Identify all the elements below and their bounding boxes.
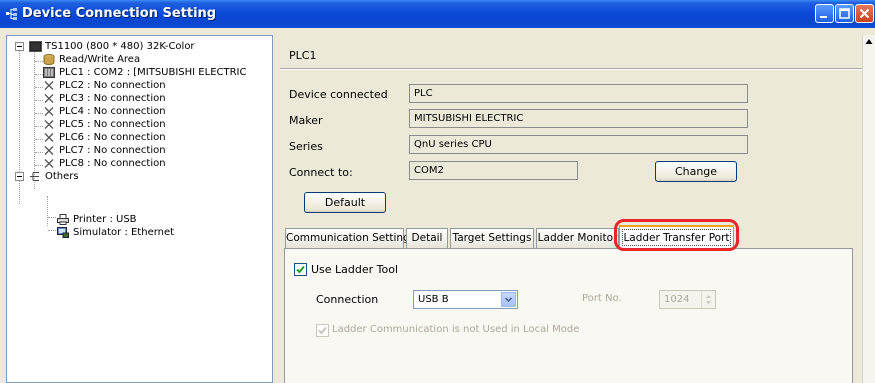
detail-heading: PLC1 (289, 49, 317, 62)
x-icon (43, 106, 55, 117)
x-icon (43, 132, 55, 143)
others-tree-icon (29, 171, 41, 182)
port-no-label: Port No. (582, 293, 622, 304)
use-ladder-tool-label: Use Ladder Tool (311, 263, 399, 276)
tree-item-read-write-area[interactable]: Read/Write Area (7, 53, 272, 66)
tree-item-plc2[interactable]: PLC2 : No connection (7, 79, 272, 92)
use-ladder-tool-checkbox[interactable] (294, 263, 307, 276)
tree-item-label: PLC8 : No connection (59, 158, 166, 169)
tree-item-label: PLC4 : No connection (59, 106, 166, 117)
plc-device-icon (43, 67, 55, 78)
port-no-value: 1024 (664, 294, 690, 305)
check-icon (296, 265, 305, 274)
triangle-up-icon (865, 39, 873, 44)
tab-target-settings[interactable]: Target Settings (450, 228, 534, 248)
x-icon (43, 145, 55, 156)
connection-select[interactable]: USB B (413, 290, 518, 309)
x-icon (43, 80, 55, 91)
vertical-scrollbar[interactable] (862, 35, 875, 383)
tree-root-label: TS1100 (800 * 480) 32K-Color (45, 41, 195, 52)
connect-to-label: Connect to: (289, 166, 353, 179)
tree-item-plc8[interactable]: PLC8 : No connection (7, 157, 272, 170)
connect-to-field: COM2 (409, 161, 578, 180)
port-no-stepper: 1024 (659, 290, 716, 309)
device-detail-panel: PLC1 Device connected PLC Maker MITSUBIS… (278, 35, 862, 383)
maximize-button[interactable] (835, 4, 854, 23)
close-button[interactable] (855, 4, 874, 23)
tree-root[interactable]: TS1100 (800 * 480) 32K-Color (7, 40, 272, 53)
device-tree[interactable]: TS1100 (800 * 480) 32K-Color Read/Write … (6, 35, 273, 383)
change-button[interactable]: Change (655, 161, 737, 182)
series-field: QnU series CPU (409, 135, 748, 154)
local-mode-label: Ladder Communication is not Used in Loca… (332, 324, 580, 335)
tree-item-label: Read/Write Area (59, 54, 141, 65)
tree-item-others[interactable]: Others (7, 170, 272, 183)
x-icon (43, 158, 55, 169)
printer-icon (57, 214, 69, 225)
scroll-up-button[interactable] (863, 35, 875, 49)
tree-item-plc1[interactable]: PLC1 : COM2 : [MITSUBISHI ELECTRIC (7, 66, 272, 79)
window-title: Device Connection Setting (22, 6, 217, 21)
tree-item-label: PLC5 : No connection (59, 119, 166, 130)
connection-label: Connection (316, 293, 379, 306)
divider-line (280, 68, 862, 70)
device-connected-label: Device connected (289, 88, 388, 101)
connection-value: USB B (418, 294, 449, 305)
device-connected-field: PLC (409, 84, 748, 103)
ladder-transfer-port-panel: Use Ladder Tool Connection USB B Port No… (284, 248, 853, 383)
tree-item-label: Printer : USB (73, 214, 137, 225)
tree-item-label: PLC1 : COM2 : [MITSUBISHI ELECTRIC (59, 67, 247, 78)
tree-item-plc4[interactable]: PLC4 : No connection (7, 105, 272, 118)
check-icon (318, 326, 327, 335)
local-mode-checkbox (316, 324, 329, 337)
display-unit-icon (29, 41, 42, 52)
tree-item-plc3[interactable]: PLC3 : No connection (7, 92, 272, 105)
x-icon (43, 119, 55, 130)
tab-communication-setting[interactable]: Communication Setting (285, 228, 410, 248)
database-icon (43, 54, 55, 65)
spin-arrows-icon (701, 291, 715, 308)
simulator-icon (57, 227, 69, 238)
tree-item-simulator[interactable]: Simulator : Ethernet (7, 226, 272, 239)
device-connection-window: Device Connection Setting TS1100 (800 * … (0, 0, 875, 383)
close-icon (859, 8, 870, 19)
maximize-icon (839, 8, 850, 19)
connection-tree-icon (5, 7, 19, 21)
tree-item-label: PLC3 : No connection (59, 93, 166, 104)
collapse-toggle-icon[interactable] (15, 172, 24, 181)
collapse-toggle-icon[interactable] (15, 42, 24, 51)
tree-item-label: Simulator : Ethernet (73, 227, 175, 238)
series-label: Series (289, 140, 323, 153)
minimize-icon (820, 16, 827, 18)
x-icon (43, 93, 55, 104)
tree-item-label: Others (45, 171, 79, 182)
tree-item-printer[interactable]: Printer : USB (7, 213, 272, 226)
callout-highlight (614, 219, 739, 251)
tree-item-plc6[interactable]: PLC6 : No connection (7, 131, 272, 144)
tab-ladder-monitor[interactable]: Ladder Monitor (536, 228, 619, 248)
tab-detail[interactable]: Detail (406, 228, 448, 248)
tree-item-label: PLC7 : No connection (59, 145, 166, 156)
default-button[interactable]: Default (304, 192, 386, 213)
maker-field: MITSUBISHI ELECTRIC (409, 109, 748, 128)
maker-label: Maker (289, 114, 323, 127)
minimize-button[interactable] (815, 4, 834, 23)
chevron-down-icon[interactable] (501, 292, 516, 307)
tree-item-label: PLC2 : No connection (59, 80, 166, 91)
tree-item-plc7[interactable]: PLC7 : No connection (7, 144, 272, 157)
title-bar[interactable]: Device Connection Setting (0, 0, 875, 28)
tree-item-plc5[interactable]: PLC5 : No connection (7, 118, 272, 131)
tree-item-label: PLC6 : No connection (59, 132, 166, 143)
